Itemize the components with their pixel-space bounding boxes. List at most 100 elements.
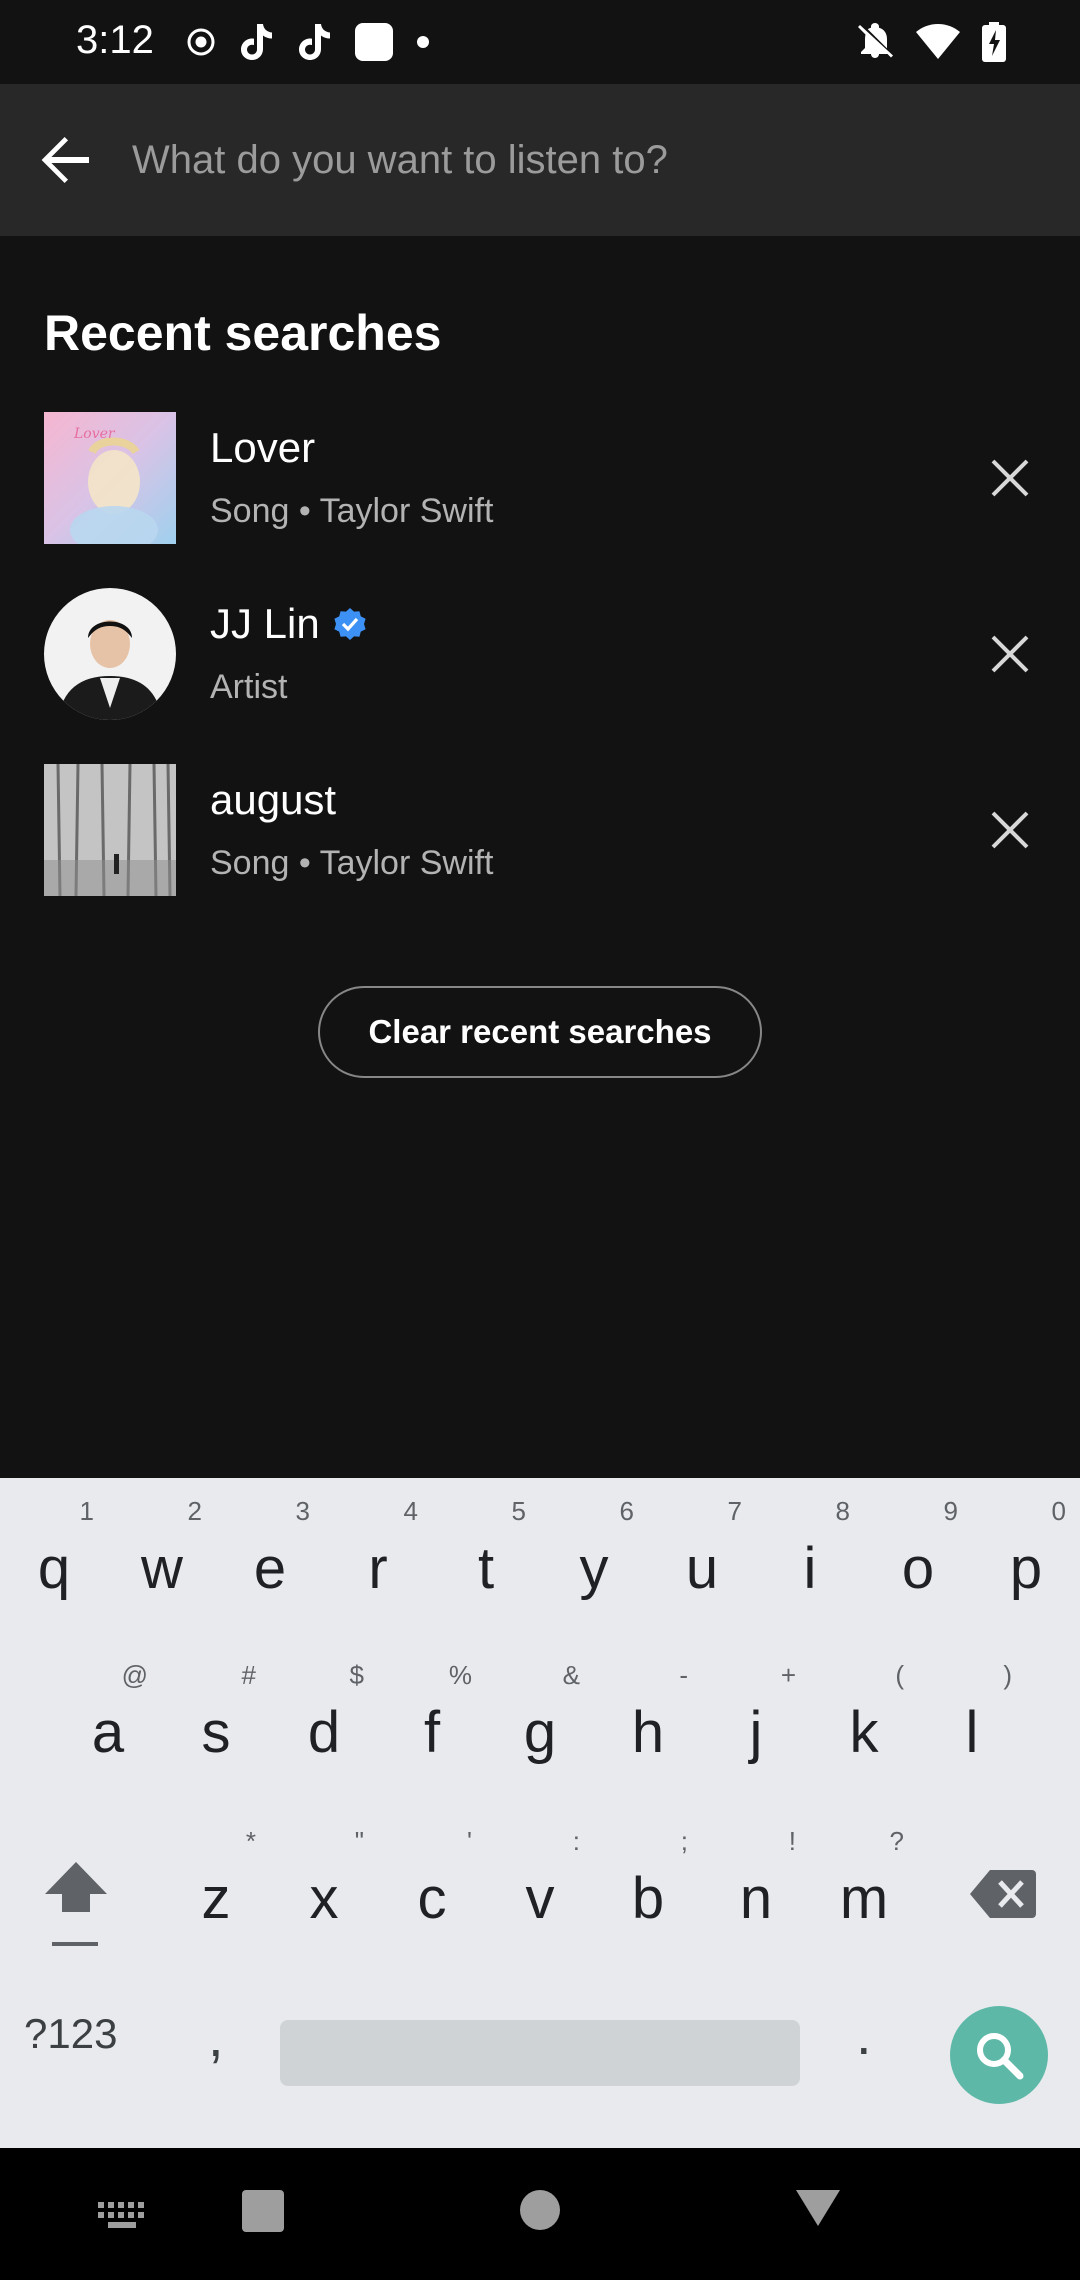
key-label: i bbox=[803, 1535, 817, 1601]
key-label: r bbox=[368, 1535, 388, 1601]
key-i[interactable]: 8i bbox=[756, 1478, 864, 1628]
key-z[interactable]: * z bbox=[162, 1808, 270, 1958]
svg-text:Lover: Lover bbox=[73, 426, 116, 442]
key-q[interactable]: 1q bbox=[0, 1478, 108, 1628]
period-key[interactable]: . bbox=[856, 2002, 872, 2067]
key-hint: 3 bbox=[295, 1496, 310, 1526]
back-nav-button[interactable] bbox=[794, 2188, 842, 2228]
key-label: g bbox=[523, 1699, 557, 1765]
key-n[interactable]: ! n bbox=[702, 1808, 810, 1958]
key-hint: ! bbox=[788, 1826, 796, 1856]
keyboard: 1q2w3e4r5t6y7u8i9o0p @ a # s $ d% f & g - h + j(k) l … bbox=[0, 1478, 1080, 2148]
key-label: h bbox=[631, 1699, 665, 1765]
key-w[interactable]: 2w bbox=[108, 1478, 216, 1628]
key-x[interactable]: " x bbox=[270, 1808, 378, 1958]
backspace-key[interactable] bbox=[966, 1864, 1040, 1924]
search-icon bbox=[973, 2029, 1025, 2081]
key-b[interactable]: ; b bbox=[594, 1808, 702, 1958]
key-label: j bbox=[749, 1699, 763, 1765]
key-hint: @ bbox=[121, 1660, 148, 1690]
recent-item[interactable]: august Song • Taylor Swift bbox=[0, 764, 1080, 904]
verified-badge-icon bbox=[332, 606, 368, 642]
tiktok-icon bbox=[296, 22, 332, 62]
home-button[interactable] bbox=[518, 2188, 562, 2232]
recent-item-title: JJ Lin bbox=[210, 600, 368, 648]
key-hint: * bbox=[245, 1826, 256, 1856]
key-label: d bbox=[307, 1699, 341, 1765]
key-hint: + bbox=[780, 1660, 796, 1690]
key-label: t bbox=[477, 1535, 495, 1601]
key-s[interactable]: # s bbox=[162, 1642, 270, 1792]
key-v[interactable]: :v bbox=[486, 1808, 594, 1958]
key-label: s bbox=[201, 1699, 231, 1765]
search-input[interactable] bbox=[132, 124, 1032, 196]
square-icon bbox=[240, 2188, 286, 2234]
key-l[interactable]: ) l bbox=[918, 1642, 1026, 1792]
triangle-back-icon bbox=[794, 2188, 842, 2228]
key-hint: 5 bbox=[511, 1496, 526, 1526]
key-label: y bbox=[579, 1535, 609, 1601]
recent-item[interactable]: JJ Lin Artist bbox=[0, 588, 1080, 728]
key-h[interactable]: -h bbox=[594, 1642, 702, 1792]
circle-icon bbox=[518, 2188, 562, 2232]
recent-item-subtitle: Song • Taylor Swift bbox=[210, 844, 494, 882]
key-hint: ( bbox=[895, 1660, 904, 1690]
key-j[interactable]: + j bbox=[702, 1642, 810, 1792]
key-hint: 6 bbox=[619, 1496, 634, 1526]
recent-item[interactable]: Lover Lover Song • Taylor Swift bbox=[0, 412, 1080, 552]
key-hint: 0 bbox=[1051, 1496, 1066, 1526]
status-icons-left bbox=[186, 20, 430, 64]
recent-item-subtitle: Artist bbox=[210, 668, 288, 706]
key-label: m bbox=[839, 1865, 889, 1931]
key-hint: : bbox=[572, 1826, 580, 1856]
key-m[interactable]: ? m bbox=[810, 1808, 918, 1958]
battery-charging-icon bbox=[982, 22, 1006, 62]
shift-key[interactable] bbox=[36, 1860, 116, 1970]
key-hint: 9 bbox=[943, 1496, 958, 1526]
key-o[interactable]: 9o bbox=[864, 1478, 972, 1628]
key-f[interactable]: % f bbox=[378, 1642, 486, 1792]
recent-item-title: august bbox=[210, 776, 337, 823]
artist-avatar-jj-lin bbox=[44, 588, 176, 720]
recents-button[interactable] bbox=[240, 2188, 286, 2234]
keyboard-switch-button[interactable] bbox=[96, 2200, 148, 2232]
key-label: x bbox=[309, 1865, 339, 1931]
keyboard-icon bbox=[96, 2200, 148, 2232]
symbols-key[interactable]: ?123 bbox=[24, 2010, 117, 2058]
key-label: u bbox=[685, 1535, 719, 1601]
key-label: f bbox=[423, 1699, 441, 1765]
key-hint: ' bbox=[467, 1826, 472, 1856]
key-label: c bbox=[417, 1865, 447, 1931]
key-e[interactable]: 3e bbox=[216, 1478, 324, 1628]
remove-recent-button[interactable] bbox=[980, 624, 1040, 684]
key-p[interactable]: 0p bbox=[972, 1478, 1080, 1628]
key-label: k bbox=[849, 1699, 879, 1765]
key-label: o bbox=[901, 1535, 935, 1601]
comma-key[interactable]: , bbox=[208, 2004, 224, 2069]
key-a[interactable]: @ a bbox=[54, 1642, 162, 1792]
key-y[interactable]: 6y bbox=[540, 1478, 648, 1628]
remove-recent-button[interactable] bbox=[980, 448, 1040, 508]
key-label: q bbox=[37, 1535, 71, 1601]
shift-indicator bbox=[52, 1942, 98, 1946]
keyboard-search-key[interactable] bbox=[950, 2006, 1048, 2104]
space-key[interactable] bbox=[280, 2020, 800, 2086]
key-hint: 4 bbox=[403, 1496, 418, 1526]
key-d[interactable]: $ d bbox=[270, 1642, 378, 1792]
back-button[interactable] bbox=[30, 120, 102, 200]
search-header bbox=[0, 84, 1080, 236]
clear-recent-searches-button[interactable]: Clear recent searches bbox=[318, 986, 762, 1078]
key-k[interactable]: (k bbox=[810, 1642, 918, 1792]
key-g[interactable]: & g bbox=[486, 1642, 594, 1792]
recent-item-title: Lover bbox=[210, 424, 316, 471]
remove-recent-button[interactable] bbox=[980, 800, 1040, 860]
key-t[interactable]: 5t bbox=[432, 1478, 540, 1628]
backspace-icon bbox=[970, 1868, 1036, 1920]
wifi-icon bbox=[916, 24, 960, 60]
key-hint: $ bbox=[349, 1660, 364, 1690]
close-icon bbox=[990, 634, 1030, 674]
key-c[interactable]: ' c bbox=[378, 1808, 486, 1958]
status-icons-right bbox=[856, 20, 1006, 64]
key-u[interactable]: 7u bbox=[648, 1478, 756, 1628]
key-r[interactable]: 4r bbox=[324, 1478, 432, 1628]
